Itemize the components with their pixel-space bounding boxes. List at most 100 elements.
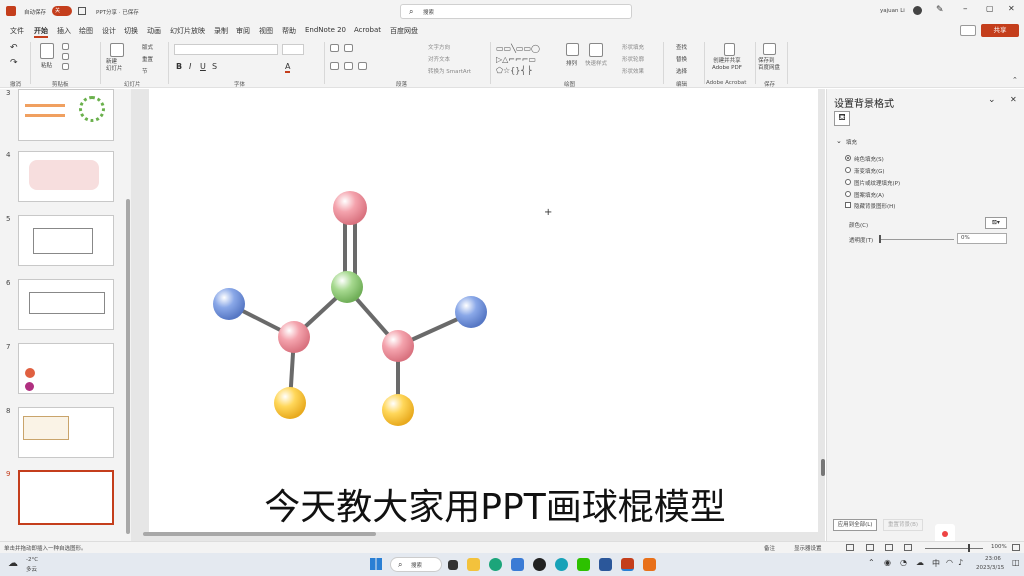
quick-styles-label[interactable]: 快速样式 xyxy=(585,59,607,67)
display-settings-button[interactable]: 显示器设置 xyxy=(794,544,822,552)
create-pdf-label[interactable]: 创建并共享 Adobe PDF xyxy=(712,58,742,72)
slide-thumbnail-6[interactable] xyxy=(18,279,114,330)
underline-button[interactable]: U xyxy=(200,62,206,71)
tab-view[interactable]: 视图 xyxy=(259,26,273,36)
layout-label[interactable]: 版式 xyxy=(142,43,153,51)
replace-button[interactable]: 替换 xyxy=(676,55,687,63)
file-explorer-icon[interactable] xyxy=(467,558,480,571)
tab-baidu[interactable]: 百度网盘 xyxy=(390,26,418,36)
user-name[interactable]: yajuan Li xyxy=(880,8,905,14)
transparency-input[interactable]: 0% xyxy=(957,233,1007,244)
ball-and-stick-model[interactable] xyxy=(149,89,818,532)
undo-icon[interactable]: ↶ xyxy=(10,43,18,53)
shapes-gallery[interactable]: ▭▭╲▭▭◯ ▷△⌐⌐⌐▭ ⬠☆{}⎨⎬ xyxy=(496,43,556,75)
color-picker-button[interactable]: ⛾▾ xyxy=(985,217,1007,229)
apply-all-button[interactable]: 应用到全部(L) xyxy=(833,519,877,531)
sorter-view-icon[interactable] xyxy=(866,544,874,551)
slideshow-view-icon[interactable] xyxy=(904,544,912,551)
vertical-scrollbar[interactable] xyxy=(821,459,825,476)
tab-acrobat[interactable]: Acrobat xyxy=(354,26,381,34)
powerpoint-taskbar-icon[interactable] xyxy=(621,558,634,571)
radio-solid-fill[interactable] xyxy=(845,155,851,161)
taskbar-search-box[interactable]: ⌕ 搜索 xyxy=(390,557,442,572)
clock-date[interactable]: 2023/3/15 xyxy=(976,565,1004,571)
font-name-input[interactable] xyxy=(174,44,278,55)
fill-section-chevron-icon[interactable]: ⌄ xyxy=(836,137,842,145)
italic-button[interactable]: I xyxy=(189,62,191,71)
arrange-label[interactable]: 排列 xyxy=(566,59,577,67)
notes-button[interactable]: 备注 xyxy=(764,544,775,552)
search-box[interactable]: ⌕ 搜索 xyxy=(400,4,632,19)
paste-icon[interactable] xyxy=(40,43,54,59)
document-title[interactable]: PPT分享 · 已保存 xyxy=(96,8,139,16)
format-painter-icon[interactable] xyxy=(62,63,69,70)
slide-canvas[interactable]: + xyxy=(149,89,818,532)
edge-browser-icon[interactable] xyxy=(489,558,502,571)
transparency-slider[interactable] xyxy=(880,239,954,240)
cut-icon[interactable] xyxy=(62,43,69,50)
shape-effects-label[interactable]: 形状效果 xyxy=(622,67,644,75)
wechat-icon[interactable] xyxy=(577,558,590,571)
tab-file[interactable]: 文件 xyxy=(10,26,24,36)
panel-scrollbar[interactable] xyxy=(126,199,130,534)
shape-fill-label[interactable]: 形状填充 xyxy=(622,43,644,51)
reading-view-icon[interactable] xyxy=(885,544,893,551)
transparency-slider-thumb[interactable] xyxy=(879,235,881,243)
slide-thumbnail-3[interactable] xyxy=(18,89,114,141)
pane-options-chevron-icon[interactable]: ⌄ xyxy=(988,95,996,105)
select-button[interactable]: 选择 xyxy=(676,67,687,75)
align-left-icon[interactable] xyxy=(330,62,339,70)
baidu-cloud-icon[interactable] xyxy=(763,43,776,55)
reset-label[interactable]: 重置 xyxy=(142,55,153,63)
hide-background-label[interactable]: 隐藏背景图形(H) xyxy=(854,202,895,210)
smartart-label[interactable]: 转换为 SmartArt xyxy=(428,67,471,75)
reset-background-button[interactable]: 重置背景(B) xyxy=(883,519,923,531)
avatar[interactable] xyxy=(913,6,922,15)
notification-icon[interactable]: ◫ xyxy=(1012,558,1020,567)
volume-icon[interactable]: ♪ xyxy=(958,558,963,567)
fit-slide-icon[interactable] xyxy=(1012,544,1020,551)
slide-thumbnail-4[interactable] xyxy=(18,151,114,202)
bullets-icon[interactable] xyxy=(330,44,339,52)
adobe-pdf-icon[interactable] xyxy=(724,43,735,56)
windows-start-icon[interactable] xyxy=(370,558,382,570)
tab-record[interactable]: 录制 xyxy=(214,26,228,36)
radio-pattern-fill[interactable] xyxy=(845,191,851,197)
pen-icon[interactable]: ✎ xyxy=(936,5,944,15)
numbering-icon[interactable] xyxy=(344,44,353,52)
paste-label[interactable]: 粘贴 xyxy=(41,61,52,69)
tab-review[interactable]: 审阅 xyxy=(236,26,250,36)
quick-styles-icon[interactable] xyxy=(589,43,603,57)
share-button[interactable]: 共享 xyxy=(981,24,1019,37)
tab-transitions[interactable]: 切换 xyxy=(124,26,138,36)
option-gradient-fill[interactable]: 渐变填充(G) xyxy=(854,167,885,175)
hide-background-checkbox[interactable] xyxy=(845,202,851,208)
zoom-slider[interactable] xyxy=(925,548,983,549)
zoom-slider-thumb[interactable] xyxy=(968,544,970,552)
language-icon[interactable]: 中 xyxy=(932,558,940,569)
fill-category-icon[interactable]: ⛾ xyxy=(834,111,850,126)
bold-button[interactable]: B xyxy=(176,62,182,71)
autosave-toggle[interactable]: 关 xyxy=(52,6,72,16)
comment-button[interactable] xyxy=(960,25,976,36)
wifi-icon[interactable]: ◠ xyxy=(946,558,953,567)
tray-app-icon[interactable]: ☁ xyxy=(916,558,924,567)
new-slide-label[interactable]: 新建 幻灯片 xyxy=(106,59,123,73)
tab-slideshow[interactable]: 幻灯片放映 xyxy=(170,26,205,36)
font-size-input[interactable] xyxy=(282,44,304,55)
copy-icon[interactable] xyxy=(62,53,69,60)
radio-gradient-fill[interactable] xyxy=(845,167,851,173)
slide-thumbnail-5[interactable] xyxy=(18,215,114,266)
find-button[interactable]: 查找 xyxy=(676,43,687,51)
slide-thumbnail-9[interactable] xyxy=(18,470,114,525)
pane-close-icon[interactable]: ✕ xyxy=(1010,95,1017,104)
font-color-button[interactable]: A xyxy=(285,62,291,73)
slide-thumbnail-8[interactable] xyxy=(18,407,114,458)
tab-animations[interactable]: 动画 xyxy=(147,26,161,36)
tray-app-icon[interactable]: ◉ xyxy=(884,558,891,567)
align-center-icon[interactable] xyxy=(344,62,353,70)
tab-draw[interactable]: 绘图 xyxy=(79,26,93,36)
fill-section-label[interactable]: 填充 xyxy=(846,138,857,146)
section-label[interactable]: 节 xyxy=(142,67,148,75)
slide-thumbnail-7[interactable] xyxy=(18,343,114,394)
